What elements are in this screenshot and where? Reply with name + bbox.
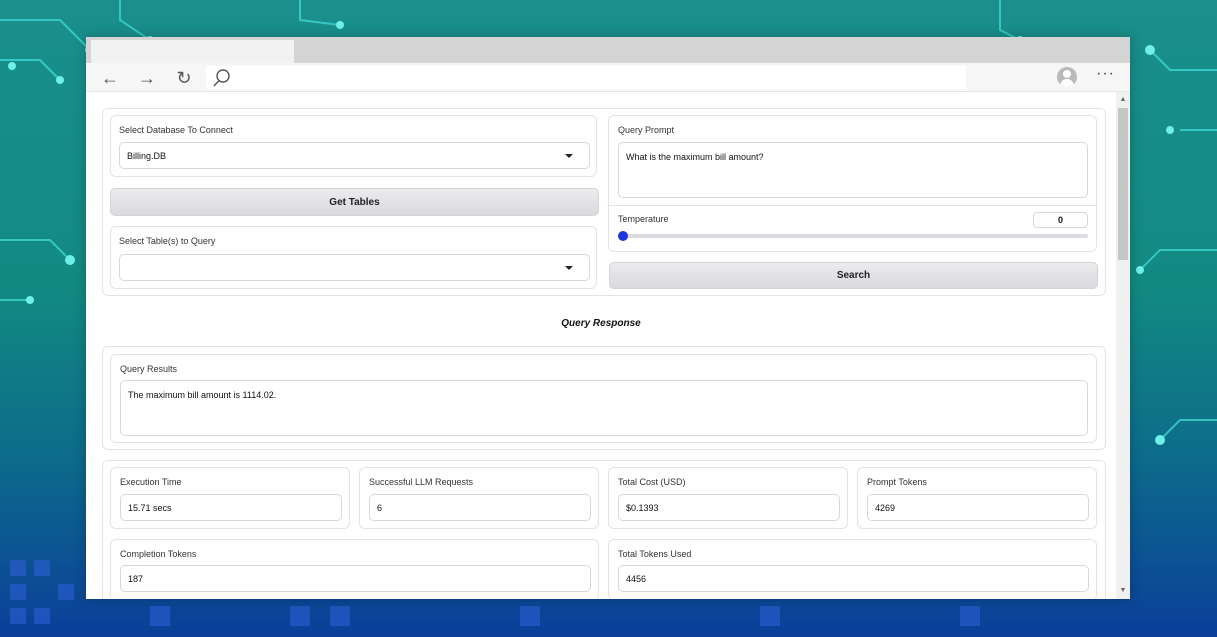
search-icon xyxy=(213,69,230,87)
query-response-heading: Query Response xyxy=(561,318,641,329)
llm-requests-block: Successful LLM Requests 6 xyxy=(359,467,599,529)
total-cost-value: $0.1393 xyxy=(626,502,659,513)
back-arrow-icon[interactable]: ← xyxy=(98,67,122,89)
query-results-text: The maximum bill amount is 1114.02. xyxy=(128,390,277,400)
completion-tokens-value: 187 xyxy=(128,573,144,584)
total-cost-label: Total Cost (USD) xyxy=(618,477,686,487)
prompt-tokens-value: 4269 xyxy=(875,502,896,513)
forward-arrow-icon[interactable]: → xyxy=(135,67,159,89)
refresh-icon[interactable]: ↻ xyxy=(172,67,196,89)
query-results-label: Query Results xyxy=(120,364,178,374)
tab-strip xyxy=(86,37,1130,63)
completion-tokens-block: Completion Tokens 187 xyxy=(110,539,599,599)
execution-time-label: Execution Time xyxy=(120,477,182,487)
more-icon[interactable]: ··· xyxy=(1096,65,1115,83)
llm-requests-field[interactable]: 6 xyxy=(369,494,591,521)
get-tables-button[interactable]: Get Tables xyxy=(110,188,599,216)
total-tokens-label: Total Tokens Used xyxy=(618,549,692,559)
temperature-label: Temperature xyxy=(618,214,669,224)
llm-requests-value: 6 xyxy=(377,502,383,513)
query-results-output[interactable]: The maximum bill amount is 1114.02. xyxy=(120,380,1088,436)
completion-tokens-label: Completion Tokens xyxy=(120,549,197,559)
temperature-input[interactable]: 0 xyxy=(1033,212,1088,228)
total-tokens-value: 4456 xyxy=(626,573,647,584)
total-cost-field[interactable]: $0.1393 xyxy=(618,494,840,521)
scroll-down-icon[interactable]: ▼ xyxy=(1116,585,1130,597)
search-button[interactable]: Search xyxy=(609,262,1098,289)
chevron-down-icon xyxy=(565,265,573,270)
execution-time-block: Execution Time 15.71 secs xyxy=(110,467,350,529)
execution-time-field[interactable]: 15.71 secs xyxy=(120,494,342,521)
database-select-value: Billing.DB xyxy=(127,150,167,161)
scroll-up-icon[interactable]: ▲ xyxy=(1116,94,1130,106)
prompt-tokens-field[interactable]: 4269 xyxy=(867,494,1089,521)
query-prompt-text: What is the maximum bill amount? xyxy=(626,152,764,162)
vertical-scrollbar[interactable]: ▲ ▼ xyxy=(1116,92,1130,599)
completion-tokens-field[interactable]: 187 xyxy=(120,565,591,592)
query-prompt-input[interactable]: What is the maximum bill amount? xyxy=(618,142,1088,198)
query-prompt-block: Query Prompt What is the maximum bill am… xyxy=(608,115,1097,252)
database-select-block: Select Database To Connect Billing.DB xyxy=(110,115,597,177)
llm-requests-label: Successful LLM Requests xyxy=(369,477,474,487)
temperature-slider[interactable] xyxy=(618,234,1088,238)
execution-time-value: 15.71 secs xyxy=(128,502,172,513)
query-results-block: Query Results The maximum bill amount is… xyxy=(110,354,1097,443)
total-tokens-field[interactable]: 4456 xyxy=(618,565,1089,592)
prompt-tokens-block: Prompt Tokens 4269 xyxy=(857,467,1097,529)
query-prompt-label: Query Prompt xyxy=(618,125,675,135)
prompt-tokens-label: Prompt Tokens xyxy=(867,477,927,487)
chevron-down-icon xyxy=(565,153,573,158)
divider xyxy=(609,205,1096,206)
browser-window: ← → ↻ ··· Select Database To Connect Bil… xyxy=(86,37,1130,599)
browser-tab[interactable] xyxy=(91,40,294,63)
address-bar[interactable] xyxy=(206,66,966,89)
navigation-bar: ← → ↻ ··· xyxy=(86,63,1130,92)
profile-icon[interactable] xyxy=(1057,67,1077,87)
page-content: Select Database To Connect Billing.DB Ge… xyxy=(86,92,1116,599)
database-select-label: Select Database To Connect xyxy=(119,125,233,135)
database-select[interactable]: Billing.DB xyxy=(119,142,590,169)
temperature-slider-handle[interactable] xyxy=(618,231,628,241)
table-select-block: Select Table(s) to Query xyxy=(110,226,597,289)
table-select-label: Select Table(s) to Query xyxy=(119,236,216,246)
scrollbar-thumb[interactable] xyxy=(1118,108,1128,260)
total-cost-block: Total Cost (USD) $0.1393 xyxy=(608,467,848,529)
total-tokens-block: Total Tokens Used 4456 xyxy=(608,539,1097,599)
table-select[interactable] xyxy=(119,254,590,281)
